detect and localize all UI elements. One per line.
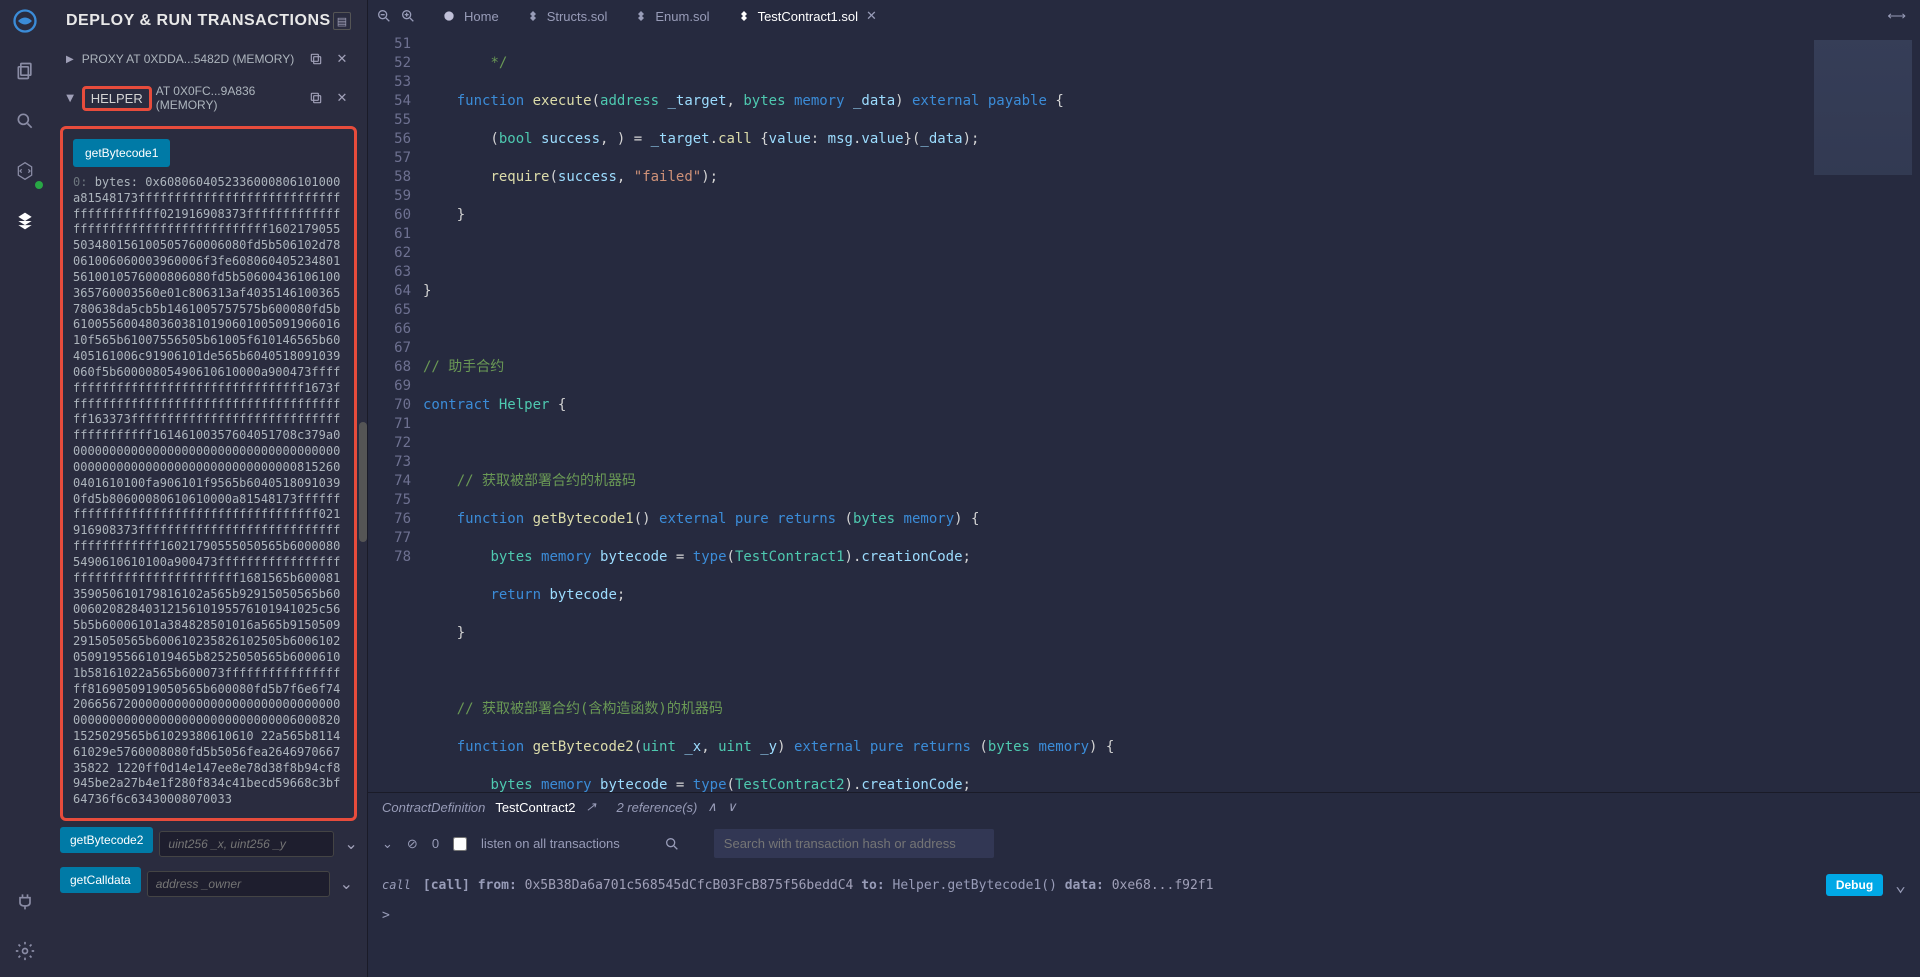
- clear-icon[interactable]: ⊘: [407, 836, 418, 852]
- expand-log-icon[interactable]: ⌄: [1895, 875, 1906, 896]
- getcalldata-row: getCalldata ⌄: [60, 867, 357, 901]
- search-icon[interactable]: [9, 105, 41, 137]
- getcalldata-input[interactable]: [147, 871, 330, 897]
- search-icon[interactable]: [664, 836, 680, 852]
- nav-up-icon[interactable]: ∧: [707, 799, 717, 815]
- settings-icon[interactable]: [9, 935, 41, 967]
- getcalldata-button[interactable]: getCalldata: [60, 867, 141, 893]
- terminal-pane: ContractDefinition TestContract2 ↗ 2 ref…: [368, 792, 1920, 977]
- expand-icon[interactable]: ⌄: [340, 834, 361, 854]
- terminal-prompt[interactable]: >: [368, 904, 1920, 927]
- nav-down-icon[interactable]: ∨: [727, 799, 737, 815]
- terminal-log-row[interactable]: call [call] from: 0x5B38Da6a701c568545dC…: [368, 866, 1920, 904]
- editor-tab-bar: Home Structs.sol Enum.sol TestContract1.…: [368, 0, 1920, 32]
- scrollbar-thumb[interactable]: [359, 422, 367, 542]
- tab-label: Enum.sol: [655, 9, 709, 24]
- tab-label: TestContract1.sol: [758, 9, 858, 24]
- minimap[interactable]: [1805, 32, 1920, 792]
- line-gutter: 5152535455565758596061626364656667686970…: [368, 32, 423, 792]
- getbytecode1-button[interactable]: getBytecode1: [73, 139, 170, 167]
- plugin-icon[interactable]: [9, 885, 41, 917]
- expand-caret-icon[interactable]: ▶: [66, 54, 74, 65]
- expand-icon[interactable]: ⌄: [336, 874, 357, 894]
- bytecode-result-box: getBytecode1 0: bytes: 0x608060405233600…: [60, 126, 357, 821]
- tab-close-icon[interactable]: ✕: [866, 8, 877, 24]
- contract-helper-label: HELPER: [82, 86, 152, 111]
- contract-row-proxy[interactable]: ▶ PROXY AT 0XDDA...5482D (MEMORY) ✕: [60, 42, 357, 76]
- code-content[interactable]: */ function execute(address _target, byt…: [423, 32, 1805, 792]
- collapse-caret-icon[interactable]: ▶: [64, 94, 75, 102]
- bytecode-output: 0: bytes: 0x6080604052336000806101000a81…: [73, 175, 344, 808]
- tx-search-input[interactable]: [714, 829, 994, 858]
- tab-enum[interactable]: Enum.sol: [621, 0, 723, 32]
- code-editor[interactable]: 5152535455565758596061626364656667686970…: [368, 32, 1920, 792]
- breadcrumb-kind: ContractDefinition: [382, 800, 485, 815]
- references-count: 2 reference(s): [616, 800, 697, 815]
- debug-button[interactable]: Debug: [1826, 874, 1883, 896]
- copy-icon[interactable]: [307, 50, 325, 68]
- contract-row-helper[interactable]: ▶ HELPER AT 0X0FC...9A836 (MEMORY) ✕: [60, 76, 357, 120]
- getbytecode2-button[interactable]: getBytecode2: [60, 827, 153, 853]
- contract-addr: AT 0X0FC...9A836 (MEMORY): [156, 84, 299, 112]
- call-badge: call: [382, 878, 411, 892]
- goto-icon[interactable]: ↗: [586, 799, 597, 815]
- tab-label: Home: [464, 9, 499, 24]
- terminal-toolbar: ⌄ ⊘ 0 listen on all transactions: [368, 821, 1920, 866]
- tab-label: Structs.sol: [547, 9, 608, 24]
- deploy-icon[interactable]: [9, 205, 41, 237]
- close-icon[interactable]: ✕: [333, 50, 351, 68]
- breadcrumb-bar: ContractDefinition TestContract2 ↗ 2 ref…: [368, 793, 1920, 821]
- contract-label: PROXY AT 0XDDA...5482D (MEMORY): [82, 52, 299, 66]
- icon-sidebar: [0, 0, 50, 977]
- home-icon: [442, 9, 456, 23]
- breadcrumb-name[interactable]: TestContract2: [495, 800, 575, 815]
- zoom-in-icon[interactable]: [400, 8, 416, 24]
- pending-count: 0: [432, 836, 439, 851]
- panel-title: DEPLOY & RUN TRANSACTIONS: [66, 12, 331, 30]
- listen-label: listen on all transactions: [481, 836, 620, 851]
- getbytecode2-row: getBytecode2 ⌄: [60, 827, 357, 861]
- solidity-icon: [527, 10, 539, 22]
- tab-home[interactable]: Home: [428, 0, 513, 32]
- tab-structs[interactable]: Structs.sol: [513, 0, 622, 32]
- compiler-icon[interactable]: [9, 155, 41, 187]
- zoom-out-icon[interactable]: [376, 8, 392, 24]
- tab-testcontract1[interactable]: TestContract1.sol ✕: [724, 0, 891, 32]
- main-area: Home Structs.sol Enum.sol TestContract1.…: [368, 0, 1920, 977]
- getbytecode2-input[interactable]: [159, 831, 334, 857]
- chevron-up-icon[interactable]: ⌄: [382, 836, 393, 852]
- deploy-panel: DEPLOY & RUN TRANSACTIONS ▤ ▶ PROXY AT 0…: [50, 0, 368, 977]
- solidity-icon: [635, 10, 647, 22]
- copy-icon[interactable]: [307, 89, 325, 107]
- solidity-icon: [738, 10, 750, 22]
- listen-checkbox[interactable]: [453, 837, 467, 851]
- files-icon[interactable]: [9, 55, 41, 87]
- maximize-icon[interactable]: ⟷: [1873, 8, 1920, 24]
- remix-logo-icon[interactable]: [9, 5, 41, 37]
- close-icon[interactable]: ✕: [333, 89, 351, 107]
- panel-toggle-icon[interactable]: ▤: [333, 12, 351, 30]
